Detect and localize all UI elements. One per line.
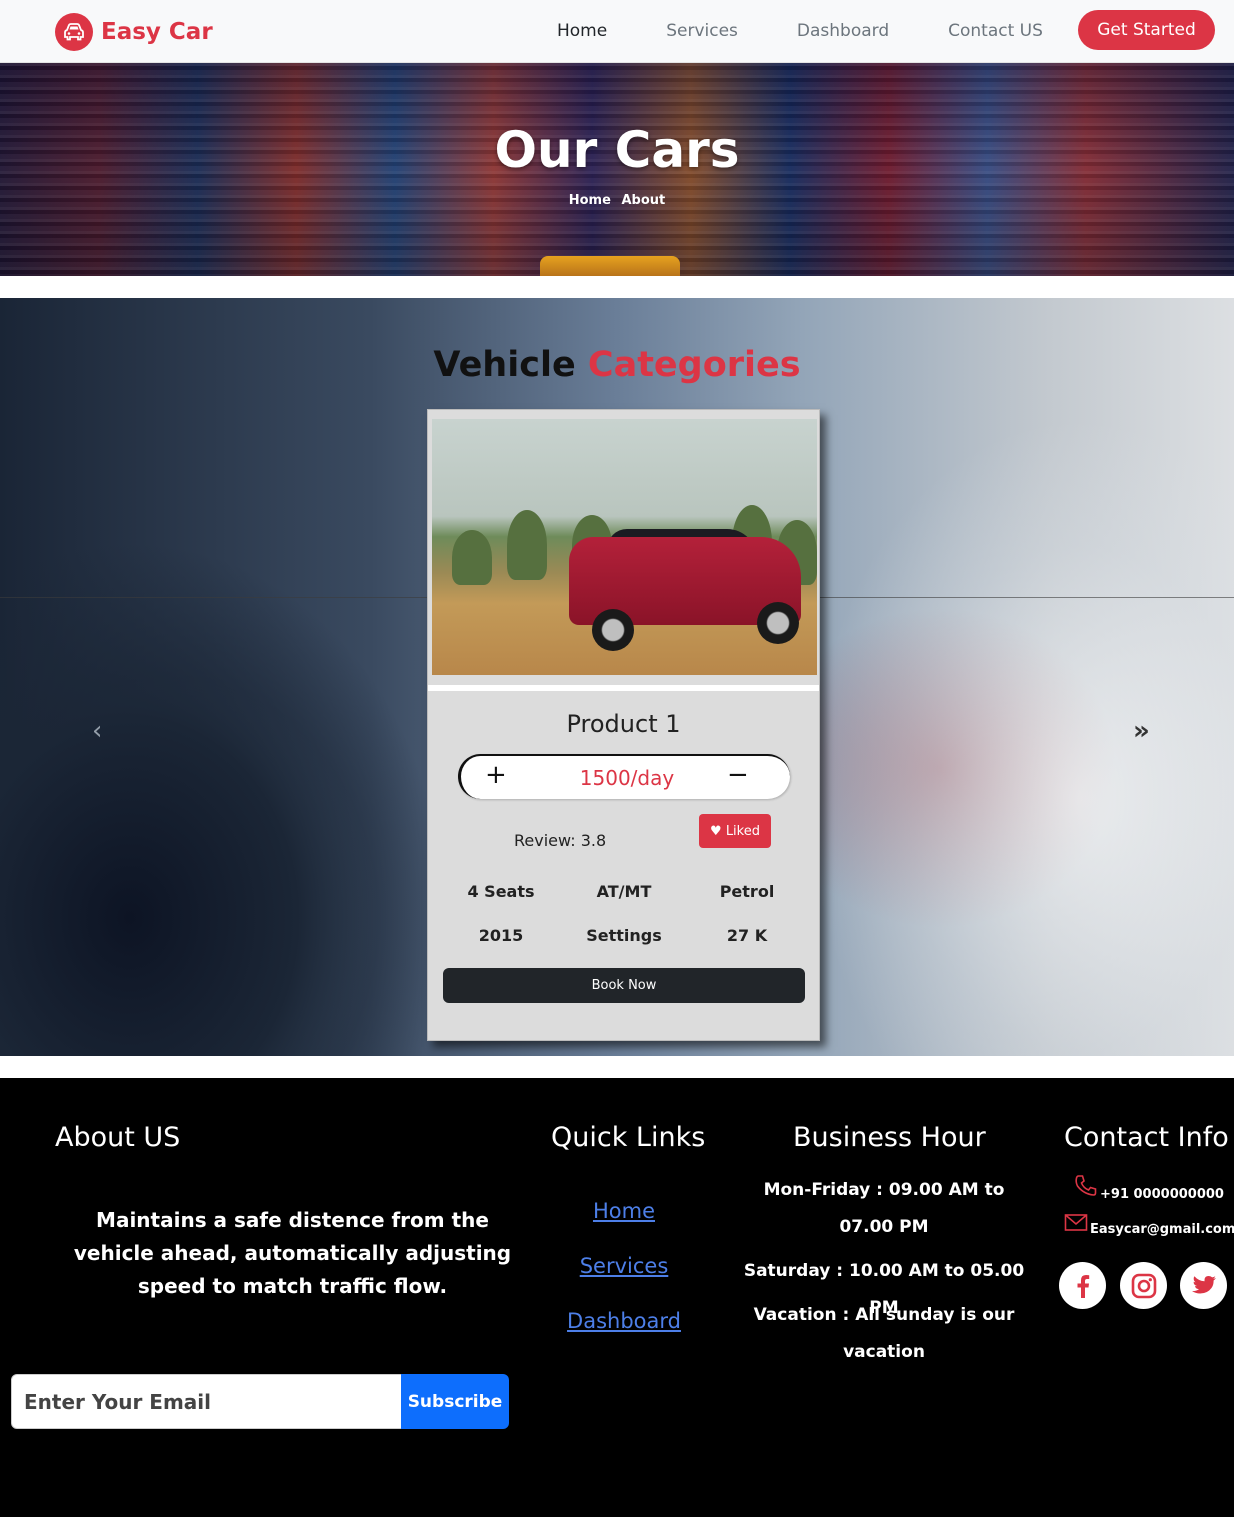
contact-email[interactable]: Easycar@gmail.com [1064, 1213, 1234, 1237]
tree-shape [452, 530, 492, 585]
breadcrumb-about[interactable]: About [621, 193, 665, 208]
review-score: Review: 3.8 [514, 831, 607, 850]
spec-settings: Settings [586, 926, 662, 945]
taxi-image [540, 256, 680, 276]
book-now-button[interactable]: Book Now [443, 968, 805, 1003]
navbar: Easy Car Home Services Dashboard Contact… [0, 0, 1234, 63]
brand-logo[interactable]: Easy Car [55, 13, 213, 51]
about-heading: About US [55, 1122, 181, 1153]
section-title-dark: Vehicle [433, 345, 576, 385]
twitter-icon[interactable] [1180, 1262, 1227, 1309]
heart-icon: ♥ [710, 823, 722, 839]
footer: About US Maintains a safe distence from … [0, 1078, 1234, 1517]
subscribe-button[interactable]: Subscribe [401, 1374, 509, 1429]
product-name: Product 1 [566, 710, 681, 738]
contact-info-heading: Contact Info [1064, 1122, 1229, 1153]
spec-year: 2015 [478, 926, 524, 945]
tree-shape [507, 510, 547, 580]
hours-vacation: Vacation : All sunday is our vacation [753, 1305, 1015, 1362]
spec-transmission: AT/MT [596, 882, 652, 901]
decrease-button[interactable]: − [727, 760, 749, 790]
hero-banner: Our Cars Home About [0, 63, 1234, 276]
facebook-icon[interactable] [1059, 1262, 1106, 1309]
email-input[interactable] [11, 1374, 403, 1429]
spec-fuel: Petrol [719, 882, 775, 901]
carousel-next-icon[interactable]: » [1133, 716, 1150, 746]
quick-links-heading: Quick Links [551, 1122, 706, 1153]
business-hour-heading: Business Hour [793, 1122, 986, 1153]
liked-button[interactable]: ♥ Liked [699, 814, 771, 848]
nav-links: Home Services Dashboard Contact US [557, 21, 1102, 41]
nav-link-dashboard[interactable]: Dashboard [797, 21, 889, 41]
hours-weekday: Mon-Friday : 09.00 AM to 07.00 PM [763, 1180, 1005, 1237]
phone-icon [1073, 1174, 1098, 1202]
wheel [592, 609, 634, 651]
phone-number: +91 0000000000 [1100, 1187, 1224, 1202]
vehicle-categories-section: Vehicle Categories ‹ » Product 1 + 1500/… [0, 298, 1234, 1056]
section-title-accent: Categories [587, 345, 801, 385]
spec-mileage: 27 K [726, 926, 768, 945]
wheel [757, 602, 799, 644]
nav-link-home[interactable]: Home [557, 21, 607, 41]
breadcrumb: Home About [0, 193, 1234, 208]
car-image [432, 419, 817, 675]
footer-link-services[interactable]: Services [540, 1254, 708, 1278]
card-divider [428, 685, 819, 691]
nav-link-services[interactable]: Services [666, 21, 738, 41]
breadcrumb-home[interactable]: Home [569, 193, 611, 208]
brand-name: Easy Car [101, 19, 213, 45]
car-icon [55, 13, 93, 51]
get-started-button[interactable]: Get Started [1078, 10, 1215, 50]
liked-label: Liked [725, 823, 760, 839]
nav-link-contact[interactable]: Contact US [948, 21, 1043, 41]
vehicle-card: Product 1 + 1500/day − Review: 3.8 ♥ Lik… [427, 409, 820, 1041]
section-title: Vehicle Categories [0, 345, 1234, 385]
envelope-icon [1064, 1213, 1088, 1237]
about-text: Maintains a safe distence from the vehic… [73, 1208, 512, 1298]
page-title: Our Cars [494, 121, 740, 179]
email-address: Easycar@gmail.com [1090, 1222, 1234, 1237]
footer-link-dashboard[interactable]: Dashboard [540, 1309, 708, 1333]
spec-seats: 4 Seats [467, 882, 535, 901]
footer-link-home[interactable]: Home [540, 1199, 708, 1223]
price-stepper: + 1500/day − [458, 754, 790, 799]
instagram-icon[interactable] [1120, 1262, 1167, 1309]
contact-phone[interactable]: +91 0000000000 [1073, 1174, 1224, 1202]
carousel-prev-icon[interactable]: ‹ [92, 716, 102, 746]
